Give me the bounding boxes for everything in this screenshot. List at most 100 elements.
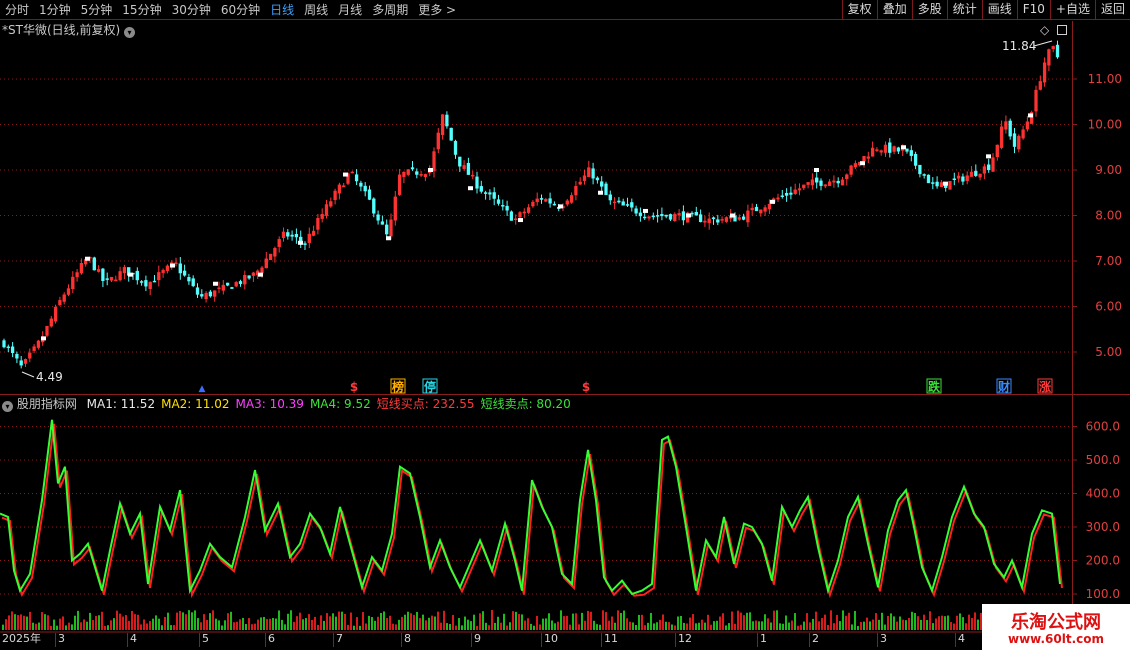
signal-bar xyxy=(977,619,979,630)
candle-up xyxy=(165,265,170,271)
indicator-tick-label: 200.0 xyxy=(1086,554,1120,568)
month-label-8: 11 xyxy=(604,632,618,645)
highlight-candle xyxy=(558,204,563,209)
signal-bar xyxy=(962,617,964,630)
signal-bar xyxy=(230,611,232,630)
candle-down xyxy=(208,291,213,297)
signal-bar xyxy=(677,616,679,630)
signal-bar xyxy=(485,622,487,630)
candle-up xyxy=(58,300,62,306)
signal-bar xyxy=(599,624,601,630)
signal-bar xyxy=(872,619,874,630)
candle-down xyxy=(961,176,965,182)
candle-up xyxy=(832,180,836,183)
highlight-candle xyxy=(686,213,691,218)
candle-down xyxy=(488,192,492,195)
signal-bar xyxy=(929,611,931,630)
candle-up xyxy=(148,281,152,289)
chevron-down-icon[interactable]: ▾ xyxy=(2,401,13,412)
signal-bar xyxy=(191,612,193,630)
candle-up xyxy=(514,218,518,221)
highlight-candle xyxy=(428,168,433,172)
signal-bar xyxy=(206,620,208,630)
indicator-name[interactable]: 股朋指标网 xyxy=(17,397,77,411)
month-tick xyxy=(877,633,878,647)
signal-bar xyxy=(152,618,154,630)
candle-down xyxy=(621,201,625,206)
signal-bar xyxy=(557,621,559,630)
indicator-value-2: MA3: 10.39 xyxy=(235,397,304,411)
candle-down xyxy=(608,194,612,201)
signal-bar xyxy=(455,625,457,630)
signal-bar xyxy=(749,612,751,630)
candle-up xyxy=(277,239,281,248)
candle-up xyxy=(1021,129,1025,139)
signal-bar xyxy=(182,612,184,630)
signal-bar xyxy=(680,615,682,630)
candle-down xyxy=(539,198,544,200)
candle-down xyxy=(634,208,638,214)
signal-bar xyxy=(542,618,544,630)
candle-up xyxy=(316,218,320,230)
signal-bar xyxy=(887,615,889,630)
highlight-candle xyxy=(986,154,991,159)
candle-down xyxy=(496,199,501,204)
low-price-label: 4.49 xyxy=(36,370,63,384)
candle-up xyxy=(969,171,974,177)
signal-bar xyxy=(824,614,826,630)
signal-bar xyxy=(539,624,541,630)
signal-bar xyxy=(815,611,817,630)
candle-up xyxy=(406,169,410,175)
signal-bar xyxy=(632,622,634,630)
signal-bar xyxy=(626,618,628,630)
signal-bar xyxy=(587,610,589,630)
signal-bar xyxy=(353,625,355,630)
pane-divider[interactable] xyxy=(0,394,1130,395)
signal-bar xyxy=(35,623,37,630)
candle-up xyxy=(213,290,217,297)
indicator-tick-label: 400.0 xyxy=(1086,487,1120,501)
candle-up xyxy=(118,271,122,281)
signal-bar xyxy=(332,613,334,630)
candle-up xyxy=(526,207,531,213)
candle-down xyxy=(445,114,449,127)
signal-bar xyxy=(410,613,412,630)
candle-up xyxy=(234,282,238,287)
candle-down xyxy=(595,177,600,181)
month-label-6: 9 xyxy=(474,632,481,645)
candle-up xyxy=(879,150,883,153)
candle-up xyxy=(243,274,247,285)
signal-bar xyxy=(47,615,49,630)
indicator-value-4: 短线买点: 232.55 xyxy=(376,397,475,411)
signal-bar xyxy=(8,615,10,630)
candle-up xyxy=(883,144,888,153)
indicator-tick-label: 500.0 xyxy=(1086,453,1120,467)
candlestick-chart[interactable]: 11.00 10.00 9.00 8.00 7.00 6.00 5.00 600.0 500.0… xyxy=(0,0,1130,650)
candle-up xyxy=(720,219,724,221)
signal-bar xyxy=(101,611,103,630)
candle-down xyxy=(922,174,926,176)
signal-bar xyxy=(926,620,928,630)
signal-bar xyxy=(536,615,538,630)
highlight-candle xyxy=(343,172,348,177)
signal-bar xyxy=(158,618,160,630)
indicator-value-5: 短线卖点: 80.20 xyxy=(480,397,571,411)
highlight-candle xyxy=(468,186,473,191)
candle-down xyxy=(668,214,673,220)
candle-down xyxy=(836,180,840,184)
price-axis-line xyxy=(1072,21,1073,633)
signal-bar xyxy=(248,618,250,630)
signal-bar xyxy=(686,623,688,630)
candle-up xyxy=(45,325,49,336)
signal-bar xyxy=(380,612,382,630)
candle-up xyxy=(337,184,342,194)
candle-up xyxy=(518,212,522,218)
month-label-5: 8 xyxy=(404,632,411,645)
signal-bar xyxy=(245,624,247,630)
candle-up xyxy=(402,171,406,177)
month-tick xyxy=(199,633,200,647)
signal-bar xyxy=(140,624,142,630)
candle-down xyxy=(509,211,514,221)
signal-bar xyxy=(422,614,424,630)
signal-bar xyxy=(251,624,253,630)
